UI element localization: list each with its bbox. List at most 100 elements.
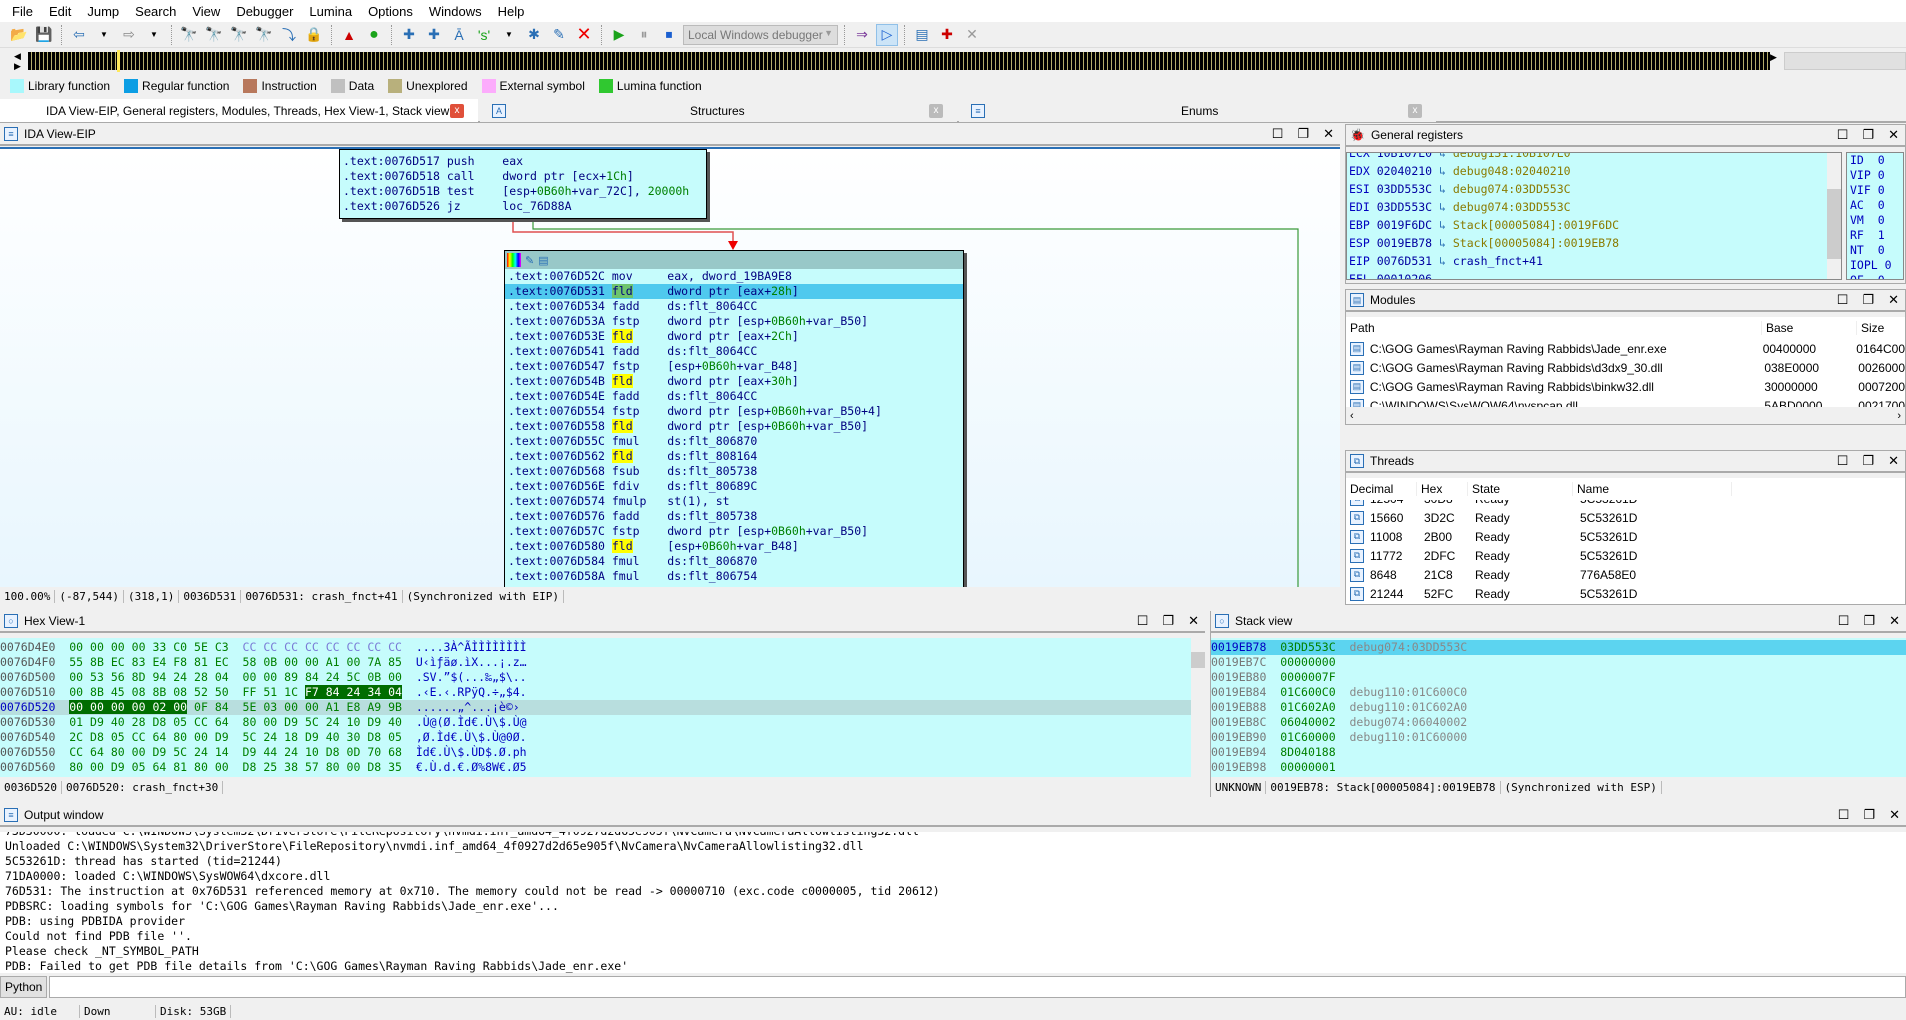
hex-ascii[interactable]: .‹E.‹.RPÿQ.÷„$4. xyxy=(402,685,527,699)
hex-byte[interactable]: CC xyxy=(388,640,402,654)
register-row[interactable]: EFL 00010206 xyxy=(1349,270,1841,279)
hex-byte[interactable]: 00 xyxy=(305,655,319,669)
register-row[interactable]: EIP 0076D531 ↳ crash_fnct+41 xyxy=(1349,252,1841,270)
close-icon[interactable]: ✕ xyxy=(1888,453,1899,469)
hex-byte[interactable]: 01 xyxy=(69,715,83,729)
stack-row[interactable]: 0019EB88 01C602A0 debug110:01C602A0 xyxy=(1211,700,1906,715)
hex-byte[interactable]: 50 xyxy=(215,685,229,699)
navigation-band[interactable]: ◀ ▶ ▶ xyxy=(0,49,1906,73)
hex-byte[interactable]: 00 xyxy=(69,670,83,684)
stack-value[interactable]: 00000001 xyxy=(1280,760,1349,774)
pause-icon[interactable]: ⏸ xyxy=(633,24,655,46)
restore-icon[interactable]: ❐ xyxy=(1297,126,1309,142)
hex-byte[interactable]: 30 xyxy=(347,730,361,744)
hex-byte[interactable]: 00 xyxy=(90,760,104,774)
hex-byte[interactable]: 03 xyxy=(263,700,277,714)
hex-byte[interactable]: D9 xyxy=(111,760,125,774)
search-sequence-icon[interactable]: 🔭 xyxy=(178,24,200,46)
stack-value[interactable]: 8D040188 xyxy=(1280,745,1349,759)
column-header-state[interactable]: State xyxy=(1467,482,1572,496)
hex-byte[interactable]: 24 xyxy=(346,685,361,699)
hex-byte[interactable]: FF xyxy=(243,685,257,699)
menu-windows[interactable]: Windows xyxy=(421,4,490,19)
hex-byte[interactable]: 81 xyxy=(194,655,208,669)
disasm-line[interactable]: .text:0076D52C mov eax, dword_19BA9E8 xyxy=(505,269,963,284)
column-header-base[interactable]: Base xyxy=(1761,321,1856,335)
disasm-line[interactable]: .text:0076D584 fmul ds:flt_806870 xyxy=(505,554,963,569)
disasm-line[interactable]: .text:0076D55C fmul ds:flt_806870 xyxy=(505,434,963,449)
hex-dump[interactable]: 0076D4E0 00 00 00 00 33 C0 5E C3 CC CC C… xyxy=(0,638,1205,777)
restore-icon[interactable]: ❐ xyxy=(1862,453,1874,469)
flag-row[interactable]: RF 1 xyxy=(1847,228,1903,243)
stack-value[interactable]: 00000000 xyxy=(1280,655,1349,669)
disasm-line[interactable]: .text:0076D580 fld [esp+0B60h+var_B48] xyxy=(505,539,963,554)
hex-byte[interactable]: 00 xyxy=(131,700,146,714)
disasm-line[interactable]: .text:0076D51B test [esp+0B60h+var_72C],… xyxy=(340,184,706,199)
hex-byte[interactable]: 00 xyxy=(132,745,146,759)
hex-byte[interactable]: E8 xyxy=(347,700,361,714)
hex-byte[interactable]: 64 xyxy=(152,760,166,774)
hex-row[interactable]: 0076D530 01 D9 40 28 D8 05 CC 64 80 00 D… xyxy=(0,715,1205,730)
register-value[interactable]: 0076D531 xyxy=(1377,254,1432,268)
module-row[interactable]: ▤ C:\WINDOWS\SysWOW64\nvspcap.dll 5ABD0000… xyxy=(1346,396,1905,407)
output-log[interactable]: 73D30000: loaded C:\WINDOWS\System32\Dri… xyxy=(0,832,1906,973)
stack-row[interactable]: 0019EB7C 00000000 xyxy=(1211,655,1906,670)
disasm-line[interactable]: .text:0076D54B fld dword ptr [eax+30h] xyxy=(505,374,963,389)
disasm-line[interactable]: .text:0076D531 fld dword ptr [eax+28h] xyxy=(505,284,963,299)
hex-byte[interactable]: F8 xyxy=(173,655,187,669)
asterisk-icon[interactable]: ✱ xyxy=(523,24,545,46)
disasm-line[interactable]: .text:0076D562 fld ds:flt_808164 xyxy=(505,449,963,464)
disasm-line[interactable]: .text:0076D53A fstp dword ptr [esp+0B60h… xyxy=(505,314,963,329)
delete-icon[interactable]: ✕ xyxy=(573,24,595,46)
disasm-line[interactable]: .text:0076D57C fstp dword ptr [esp+0B60h… xyxy=(505,524,963,539)
stack-row[interactable]: 0019EB8C 06040002 debug074:06040002 xyxy=(1211,715,1906,730)
hex-byte[interactable]: 5C xyxy=(347,670,361,684)
flag-row[interactable]: VM 0 xyxy=(1847,213,1903,228)
disasm-line[interactable]: .text:0076D56E fdiv ds:flt_80689C xyxy=(505,479,963,494)
nav-right-arrow-icon[interactable]: ▶ xyxy=(14,61,21,72)
hex-byte[interactable]: 10 xyxy=(347,715,361,729)
register-value[interactable]: 10B107E0 xyxy=(1377,153,1432,160)
hex-ascii[interactable]: .Ù@(Ø.Ìd€.Ù\$.Ù@ xyxy=(402,715,527,729)
struct-dropdown-icon[interactable]: ▼ xyxy=(498,24,520,46)
stack-reference[interactable]: debug074:03DD553C xyxy=(1350,640,1468,654)
disasm-line[interactable]: .text:0076D576 fadd ds:flt_805738 xyxy=(505,509,963,524)
maximize-icon[interactable]: ☐ xyxy=(1137,613,1149,629)
hex-byte[interactable]: D9 xyxy=(90,715,104,729)
hex-byte[interactable]: 68 xyxy=(388,745,402,759)
hex-byte[interactable]: D8 xyxy=(152,715,166,729)
graph-icon[interactable]: ▲ xyxy=(338,24,360,46)
graph-node-1[interactable]: .text:0076D517 push eax .text:0076D518 ca… xyxy=(339,149,707,219)
hex-byte[interactable]: 80 xyxy=(111,745,125,759)
thread-row[interactable]: ⧉ 11772 2DFC Ready 5C53261D xyxy=(1346,546,1905,565)
hex-byte[interactable]: 1C xyxy=(284,685,298,699)
hex-byte[interactable]: CC xyxy=(243,640,257,654)
thread-row[interactable]: ⧉ 8648 21C8 Ready 776A58E0 xyxy=(1346,565,1905,584)
debugger-select[interactable]: Local Windows debugger xyxy=(683,24,838,45)
disasm-line[interactable]: .text:0076D517 push eax xyxy=(340,154,706,169)
hex-byte[interactable]: CC xyxy=(263,640,277,654)
hex-byte[interactable]: 00 xyxy=(305,700,319,714)
register-reference[interactable]: debug048:02040210 xyxy=(1453,164,1571,178)
hex-byte[interactable]: D8 xyxy=(326,745,340,759)
registers-list[interactable]: ECX 10B107E0 ↳ debug131:10B107E0 EDX 0204… xyxy=(1346,152,1842,280)
hex-byte[interactable]: D9 xyxy=(305,730,319,744)
hex-byte[interactable]: 80 xyxy=(173,730,187,744)
hex-byte[interactable]: 14 xyxy=(215,745,229,759)
navigation-strip[interactable] xyxy=(28,52,1770,70)
hex-byte[interactable]: CC xyxy=(326,640,340,654)
search-text-icon[interactable]: 🔭 xyxy=(203,24,225,46)
hex-byte[interactable]: 81 xyxy=(173,760,187,774)
hex-byte[interactable]: 40 xyxy=(388,715,402,729)
hex-byte[interactable]: 00 xyxy=(111,640,125,654)
hex-byte[interactable]: 28 xyxy=(194,670,208,684)
flag-row[interactable]: AC 0 xyxy=(1847,198,1903,213)
stack-reference[interactable]: debug074:06040002 xyxy=(1350,715,1468,729)
disasm-line[interactable]: .text:0076D541 fadd ds:flt_8064CC xyxy=(505,344,963,359)
menu-help[interactable]: Help xyxy=(490,4,533,19)
disasm-line[interactable]: .text:0076D574 fmulp st(1), st xyxy=(505,494,963,509)
hex-byte[interactable]: 80 xyxy=(243,715,257,729)
hex-byte[interactable]: D9 xyxy=(243,745,257,759)
hex-byte[interactable]: CC xyxy=(305,640,319,654)
stack-row[interactable]: 0019EB94 8D040188 xyxy=(1211,745,1906,760)
